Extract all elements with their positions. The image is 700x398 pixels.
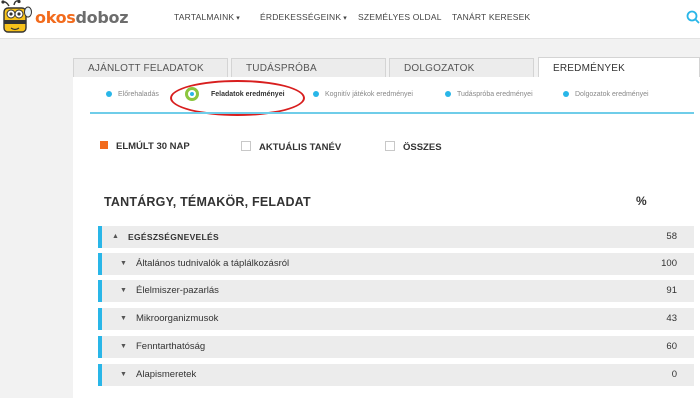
logo-text-okos: okos [35, 8, 76, 27]
annotation-highlight-ellipse [170, 80, 305, 116]
table-row[interactable]: ▼ Alapismeretek 0 [98, 364, 694, 386]
checkbox-checked[interactable] [100, 141, 108, 149]
tab-dolgozatok[interactable]: DOLGOZATOK [389, 58, 534, 77]
nav-item-szemelyes-oldal[interactable]: SZEMÉLYES OLDAL [358, 12, 442, 22]
subtab-label: Tudáspróba eredményei [457, 91, 533, 98]
checkbox[interactable] [385, 141, 395, 151]
table-row[interactable]: ▼ Fenntarthatóság 60 [98, 336, 694, 358]
bullet-dot-icon [313, 91, 319, 98]
row-value: 0 [671, 369, 677, 380]
expand-arrow-icon[interactable]: ▼ [120, 260, 127, 267]
row-name: Mikroorganizmusok [136, 313, 219, 324]
nav-item-label: ÉRDEKESSÉGEINK [260, 12, 342, 22]
row-value: 43 [666, 313, 677, 324]
filter-label: ÖSSZES [403, 142, 442, 153]
row-name: Élelmiszer-pazarlás [136, 285, 219, 296]
filter-all[interactable]: ÖSSZES [385, 141, 442, 153]
subtab-dolgozatok-eredmenyei[interactable]: Dolgozatok eredményei [563, 91, 649, 98]
expand-arrow-icon[interactable]: ▼ [120, 343, 127, 350]
nav-item-tartalmaink[interactable]: TARTALMAINK ▾ [174, 12, 240, 22]
logo-wordmark: okosdoboz [35, 8, 129, 27]
bullet-dot-icon [563, 91, 569, 98]
filter-current-school-year[interactable]: AKTUÁLIS TANÉV [241, 141, 341, 153]
filter-label: ELMÚLT 30 NAP [116, 141, 190, 152]
tab-label: EREDMÉNYEK [553, 63, 626, 74]
subtab-tudasproba-eredmenyei[interactable]: Tudáspróba eredményei [445, 91, 533, 98]
nav-item-label: TANÁRT KERESEK [452, 12, 531, 22]
tab-label: AJÁNLOTT FELADATOK [88, 63, 204, 74]
logo-text-doboz: doboz [75, 8, 129, 27]
tab-tudasproba[interactable]: TUDÁSPRÓBA [231, 58, 386, 77]
tab-label: DOLGOZATOK [404, 63, 475, 74]
row-value: 60 [666, 341, 677, 352]
table-row[interactable]: ▼ Mikroorganizmusok 43 [98, 308, 694, 330]
expand-arrow-icon[interactable]: ▼ [120, 315, 127, 322]
subtab-kognitiv-jatekok[interactable]: Kognitív játékok eredményei [313, 91, 413, 98]
subtab-label: Előrehaladás [118, 91, 159, 98]
filter-last-30-days[interactable]: ELMÚLT 30 NAP [100, 141, 190, 152]
subtab-label: Dolgozatok eredményei [575, 91, 649, 98]
row-name: Fenntarthatóság [136, 341, 206, 352]
chevron-down-icon: ▾ [236, 15, 241, 22]
results-subtabs: Előrehaladás Feladatok eredményei Kognit… [73, 77, 700, 116]
table-header-subject: TANTÁRGY, TÉMAKÖR, FELADAT [104, 195, 311, 209]
subtab-underline [90, 112, 694, 114]
tab-ajanlott-feladatok[interactable]: AJÁNLOTT FELADATOK [73, 58, 228, 77]
table-header-percent: % [636, 194, 647, 208]
table-row-subject[interactable]: ▲ EGÉSZSÉGNEVELÉS 58 [98, 226, 694, 248]
expand-arrow-icon[interactable]: ▼ [120, 287, 127, 294]
bee-mascot-icon [1, 0, 32, 33]
row-value: 91 [666, 285, 677, 296]
row-value: 100 [661, 258, 677, 269]
subtab-label: Kognitív játékok eredményei [325, 91, 413, 98]
collapse-arrow-icon[interactable]: ▲ [112, 233, 119, 240]
checkbox[interactable] [241, 141, 251, 151]
tab-eredmenyek[interactable]: EREDMÉNYEK [538, 57, 700, 78]
tab-label: TUDÁSPRÓBA [246, 63, 317, 74]
bullet-dot-icon [445, 91, 451, 98]
row-name: EGÉSZSÉGNEVELÉS [128, 232, 219, 242]
chevron-down-icon: ▾ [343, 15, 347, 22]
subtab-elorehaladas[interactable]: Előrehaladás [106, 91, 159, 98]
table-row[interactable]: ▼ Élelmiszer-pazarlás 91 [98, 280, 694, 302]
row-value: 58 [666, 231, 677, 242]
nav-item-label: SZEMÉLYES OLDAL [358, 12, 442, 22]
top-navigation-bar: okosdoboz TARTALMAINK ▾ ÉRDEKESSÉGEINK ▾ S… [0, 0, 700, 39]
results-panel: Előrehaladás Feladatok eredményei Kognit… [73, 77, 700, 398]
bullet-dot-icon [106, 91, 112, 98]
table-row[interactable]: ▼ Általános tudnivalók a táplálkozásról … [98, 253, 694, 275]
search-icon[interactable] [686, 10, 700, 24]
filter-label: AKTUÁLIS TANÉV [259, 142, 342, 153]
row-name: Alapismeretek [136, 369, 197, 380]
nav-item-label: TARTALMAINK [174, 12, 235, 22]
expand-arrow-icon[interactable]: ▼ [120, 371, 127, 378]
nav-item-tanart-keresek[interactable]: TANÁRT KERESEK [452, 12, 530, 22]
nav-item-erdekessegeink[interactable]: ÉRDEKESSÉGEINK ▾ [260, 12, 347, 22]
row-name: Általános tudnivalók a táplálkozásról [136, 258, 290, 269]
